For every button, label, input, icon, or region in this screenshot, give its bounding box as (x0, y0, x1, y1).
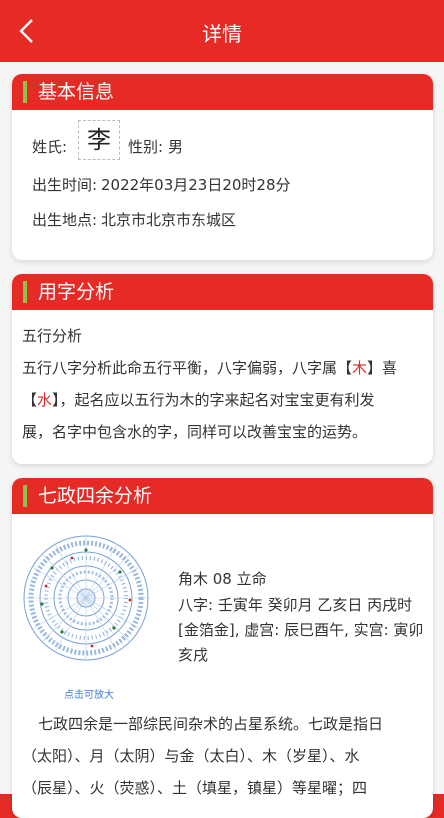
analysis-line: 五行八字分析此命五行平衡，八字偏弱，八字属【木】喜 (22, 359, 398, 377)
water-element: 水 (37, 391, 53, 409)
card-title: 七政四余分析 (38, 485, 153, 507)
card-header: 基本信息 (12, 74, 433, 110)
chart-enlarge-hint[interactable]: 点击可放大 (64, 686, 114, 701)
analysis-line: 【水】，起名应以五行为木的字来起名对宝宝更有利发 (22, 391, 375, 409)
content-area: 基本信息 姓氏: 李 性别: 男 出生时间: 2022年03月23日20时28分… (0, 62, 444, 818)
wood-element: 木 (352, 359, 368, 377)
surname-label: 姓氏: (32, 138, 68, 156)
header-accent-bar (23, 281, 27, 303)
astrology-analysis-card: 七政四余分析 点击可放大 角木 08 立命 八字: 壬寅年 癸卯月 乙亥日 丙戌… (12, 478, 433, 818)
palace-line: [金箔金], 虚宫: 辰巳酉午, 实宫: 寅卯 (178, 621, 424, 639)
analysis-line: 展，名字中包含水的字，同样可以改善宝宝的运势。 (22, 423, 368, 441)
card-header: 用字分析 (12, 274, 433, 310)
description-line: （太阳）、月（太阴）与金（太白）、木（岁星）、水 (22, 747, 360, 765)
header-accent-bar (23, 485, 27, 507)
surname-value: 李 (78, 120, 120, 160)
mansion-line: 角木 08 立命 (178, 570, 267, 588)
card-title: 基本信息 (38, 81, 115, 103)
birth-time-label: 出生时间: (32, 176, 98, 194)
birth-time-value: 2022年03月23日20时28分 (101, 176, 291, 194)
gender-label: 性别: (128, 138, 164, 156)
birth-place-value: 北京市北京市东城区 (101, 211, 237, 229)
astrology-wheel-icon (23, 535, 149, 661)
basic-info-card: 基本信息 姓氏: 李 性别: 男 出生时间: 2022年03月23日20时28分… (12, 74, 433, 260)
qizheng-description: 七政四余是一部综民间杂术的占星系统。七政是指日 （太阳）、月（太阴）与金（太白）… (22, 708, 430, 804)
page-title: 详情 (202, 22, 242, 46)
card-title: 用字分析 (38, 281, 115, 303)
header-accent-bar (23, 81, 27, 103)
five-elements-subtitle: 五行分析 (22, 327, 83, 345)
birth-place-label: 出生地点: (32, 211, 98, 229)
card-header: 七政四余分析 (12, 478, 433, 514)
bazi-line: 八字: 壬寅年 癸卯月 乙亥日 丙戌时 (178, 596, 413, 614)
top-nav-bar: 详情 (0, 0, 444, 62)
analysis-paragraph: 五行八字分析此命五行平衡，八字偏弱，八字属【木】喜 【水】，起名应以五行为木的字… (22, 352, 426, 448)
description-line: 七政四余是一部综民间杂术的占星系统。七政是指日 (38, 715, 384, 733)
astrology-chart[interactable] (22, 528, 152, 668)
palace-line-cont: 亥戌 (178, 646, 209, 664)
description-line: （辰星）、火（荧惑）、土（填星，镇星）等星曜；四 (22, 779, 368, 797)
gender-value: 男 (168, 138, 184, 156)
name-analysis-card: 用字分析 五行分析 五行八字分析此命五行平衡，八字偏弱，八字属【木】喜 【水】，… (12, 274, 433, 464)
